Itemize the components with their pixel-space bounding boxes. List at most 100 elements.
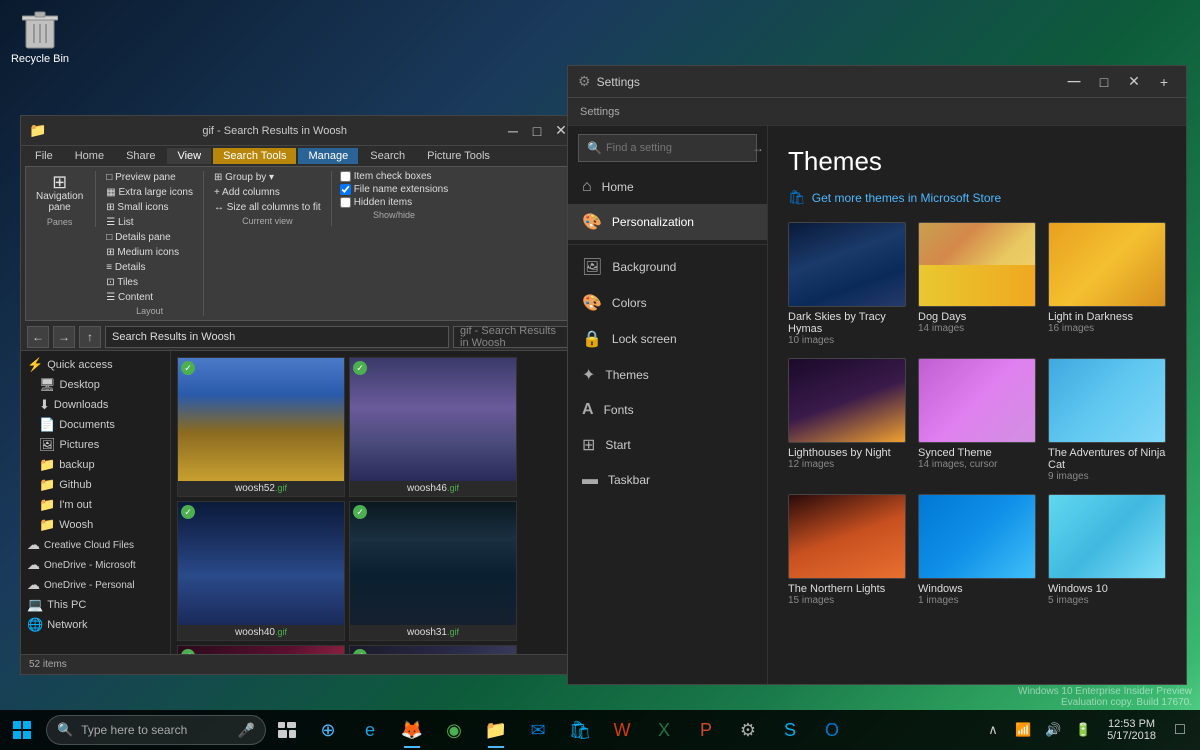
fe-maximize-button[interactable]: □	[527, 121, 547, 141]
tray-expand-button[interactable]: ∧	[979, 710, 1007, 750]
ribbon-btn-extra-large[interactable]: ▦ Extra large icons	[104, 186, 195, 199]
settings-nav-background[interactable]: 🖼 Background	[568, 249, 767, 285]
hidden-items-checkbox[interactable]	[340, 197, 351, 208]
ribbon-tab-home[interactable]: Home	[65, 148, 114, 164]
theme-item-windows10[interactable]: Windows 10 5 images	[1048, 494, 1166, 606]
ribbon-btn-group-by[interactable]: ⊞ Group by ▾	[212, 171, 323, 184]
settings-nav-personalization[interactable]: 🎨 Personalization	[568, 204, 767, 240]
theme-item-light-darkness[interactable]: Light in Darkness 16 images	[1048, 222, 1166, 346]
file-item-woosh52[interactable]: woosh52.gif ✓	[177, 357, 345, 497]
theme-item-windows[interactable]: Windows 1 images	[918, 494, 1036, 606]
ribbon-btn-preview-pane[interactable]: □ Preview pane	[104, 171, 195, 184]
theme-item-dark-skies[interactable]: Dark Skies by Tracy Hymas 10 images	[788, 222, 906, 346]
file-item-woosh40[interactable]: woosh40.gif ✓	[177, 501, 345, 641]
sidebar-item-downloads[interactable]: ⬇ Downloads	[21, 395, 170, 415]
taskbar-app-chrome[interactable]: ◉	[434, 710, 474, 750]
taskbar-app-edge[interactable]: ⊕	[308, 710, 348, 750]
sidebar-item-quick-access[interactable]: ⚡ Quick access	[21, 355, 170, 375]
taskbar-app-skype[interactable]: S	[770, 710, 810, 750]
taskbar-app-outlook[interactable]: O	[812, 710, 852, 750]
ribbon-tab-file[interactable]: File	[25, 148, 63, 164]
sidebar-item-desktop[interactable]: 🖥 Desktop	[21, 375, 170, 395]
ribbon-btn-navigation-pane[interactable]: ⊞ Navigationpane	[32, 171, 87, 215]
theme-item-northern-lights[interactable]: The Northern Lights 15 images	[788, 494, 906, 606]
recycle-bin[interactable]: Recycle Bin	[10, 10, 70, 65]
sidebar-item-github[interactable]: 📁 Github	[21, 475, 170, 495]
taskbar-app-mail[interactable]: ✉	[518, 710, 558, 750]
taskbar-app-firefox[interactable]: 🦊	[392, 710, 432, 750]
item-check-boxes-checkbox[interactable]	[340, 171, 351, 182]
theme-item-lighthouses[interactable]: Lighthouses by Night 12 images	[788, 358, 906, 482]
settings-maximize-button[interactable]: □	[1092, 70, 1116, 94]
ribbon-btn-add-columns[interactable]: + Add columns	[212, 186, 323, 199]
ribbon-btn-list[interactable]: ☰ List	[104, 216, 195, 229]
settings-nav-lock-screen[interactable]: 🔒 Lock screen	[568, 321, 767, 357]
taskbar-app-ie[interactable]: e	[350, 710, 390, 750]
ribbon-check-item-hidden[interactable]: Hidden items	[340, 197, 449, 208]
theme-item-synced[interactable]: Synced Theme 14 images, cursor	[918, 358, 1036, 482]
settings-nav-taskbar[interactable]: ▬ Taskbar	[568, 463, 767, 497]
ms-store-link[interactable]: 🛍 Get more themes in Microsoft Store	[788, 189, 1166, 206]
fe-back-button[interactable]: ←	[27, 326, 49, 348]
tray-battery-icon[interactable]: 🔋	[1069, 710, 1097, 750]
settings-close-button[interactable]: ✕	[1122, 70, 1146, 94]
settings-nav-colors[interactable]: 🎨 Colors	[568, 285, 767, 321]
file-item-woosh33-phone[interactable]: woosh33-phonesized.gif ✓	[177, 645, 345, 654]
ribbon-btn-content[interactable]: ☰ Content	[104, 291, 195, 304]
sidebar-item-onedrive-personal[interactable]: ☁ OneDrive - Personal	[21, 575, 170, 595]
settings-add-button[interactable]: +	[1152, 70, 1176, 94]
file-item-woosh46[interactable]: woosh46.gif ✓	[349, 357, 517, 497]
sidebar-item-woosh[interactable]: 📁 Woosh	[21, 515, 170, 535]
ribbon-check-item-extensions[interactable]: File name extensions	[340, 184, 449, 195]
fe-search-bar[interactable]: gif - Search Results in Woosh	[453, 326, 573, 348]
file-item-woosh15-phone[interactable]: woosh15-phonesized.gif ✓	[349, 645, 517, 654]
taskbar-app-file-explorer[interactable]: 📁	[476, 710, 516, 750]
fe-minimize-button[interactable]: ─	[503, 121, 523, 141]
ribbon-tab-share[interactable]: Share	[116, 148, 165, 164]
sidebar-item-documents[interactable]: 📄 Documents	[21, 415, 170, 435]
sidebar-item-creative-cloud[interactable]: ☁ Creative Cloud Files	[21, 535, 170, 555]
taskbar-app-powerpoint[interactable]: P	[686, 710, 726, 750]
taskbar-app-store[interactable]: 🛍	[560, 710, 600, 750]
taskbar-notification-center[interactable]: □	[1166, 710, 1194, 750]
taskbar-search[interactable]: 🔍 Type here to search 🎤	[46, 715, 266, 745]
settings-nav-home[interactable]: ⌂ Home	[568, 170, 767, 204]
ribbon-btn-details-pane[interactable]: □ Details pane	[104, 231, 195, 244]
ribbon-check-item-checks[interactable]: Item check boxes	[340, 171, 449, 182]
ribbon-btn-size-columns[interactable]: ↔ Size all columns to fit	[212, 201, 323, 214]
fe-forward-button[interactable]: →	[53, 326, 75, 348]
ribbon-btn-small-icons[interactable]: ⊞ Small icons	[104, 201, 195, 214]
settings-nav-themes[interactable]: ✦ Themes	[568, 357, 767, 393]
ribbon-tab-search-tools[interactable]: Search Tools	[213, 148, 296, 164]
file-item-woosh31[interactable]: woosh31.gif ✓	[349, 501, 517, 641]
tray-network-icon[interactable]: 📶	[1009, 710, 1037, 750]
settings-search[interactable]: 🔍 →	[578, 134, 757, 162]
settings-nav-start[interactable]: ⊞ Start	[568, 427, 767, 463]
taskbar-app-office[interactable]: W	[602, 710, 642, 750]
ribbon-btn-medium-icons[interactable]: ⊞ Medium icons	[104, 246, 195, 259]
theme-item-ninja-cat[interactable]: The Adventures of Ninja Cat 9 images	[1048, 358, 1166, 482]
sidebar-item-this-pc[interactable]: 💻 This PC	[21, 595, 170, 615]
sidebar-item-pictures[interactable]: 🖼 Pictures	[21, 435, 170, 455]
settings-search-input[interactable]	[606, 142, 748, 154]
sidebar-item-onedrive-ms[interactable]: ☁ OneDrive - Microsoft	[21, 555, 170, 575]
fe-path-bar[interactable]: Search Results in Woosh	[105, 326, 449, 348]
sidebar-item-network[interactable]: 🌐 Network	[21, 615, 170, 635]
fe-up-button[interactable]: ↑	[79, 326, 101, 348]
settings-minimize-button[interactable]: ─	[1062, 70, 1086, 94]
taskbar-task-view[interactable]	[270, 710, 304, 750]
ribbon-tab-view[interactable]: View	[167, 148, 211, 164]
taskbar-clock[interactable]: 12:53 PM 5/17/2018	[1099, 718, 1164, 742]
taskbar-start-button[interactable]	[2, 710, 42, 750]
file-name-extensions-checkbox[interactable]	[340, 184, 351, 195]
settings-nav-fonts[interactable]: A Fonts	[568, 393, 767, 427]
theme-item-dog-days[interactable]: Dog Days 14 images	[918, 222, 1036, 346]
taskbar-app-settings[interactable]: ⚙	[728, 710, 768, 750]
sidebar-item-im-out[interactable]: 📁 I'm out	[21, 495, 170, 515]
ribbon-tab-search[interactable]: Search	[360, 148, 415, 164]
taskbar-app-excel[interactable]: X	[644, 710, 684, 750]
ribbon-tab-picture-tools[interactable]: Picture Tools	[417, 148, 500, 164]
ribbon-btn-tiles[interactable]: ⊡ Tiles	[104, 276, 195, 289]
tray-volume-icon[interactable]: 🔊	[1039, 710, 1067, 750]
ribbon-tab-manage[interactable]: Manage	[298, 148, 358, 164]
